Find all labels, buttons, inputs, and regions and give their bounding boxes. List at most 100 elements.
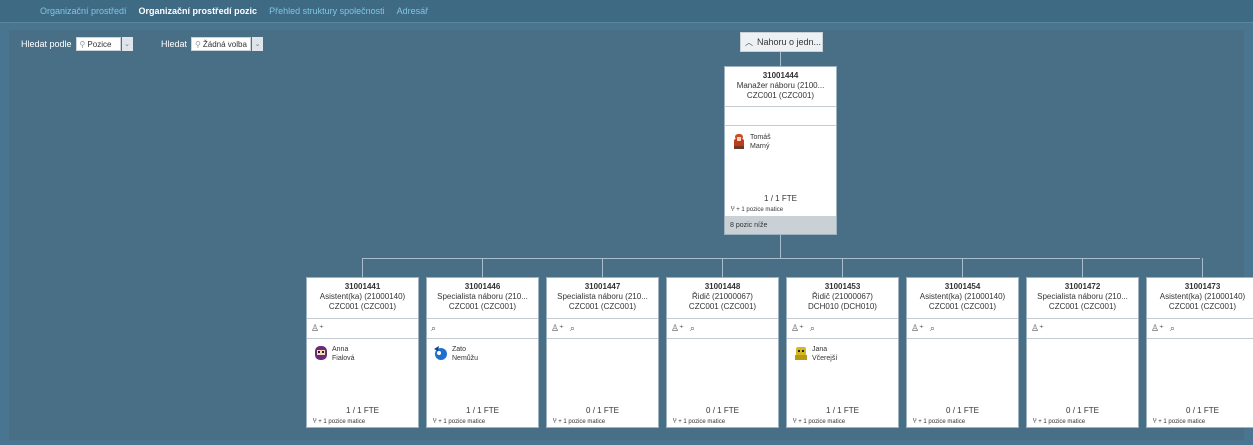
search-icon: ⚲ (79, 39, 86, 49)
matrix-info[interactable]: Ⴤ + 1 pozice matice (313, 418, 365, 425)
divider (725, 106, 836, 107)
position-org-unit: CZC001 (CZC001) (568, 302, 637, 311)
matrix-info[interactable]: Ⴤ + 1 pozice matice (913, 418, 965, 425)
position-card[interactable]: 31001454 Asistent(ka) (21000140) CZC001 … (906, 277, 1019, 428)
matrix-label: + 1 pozice matice (438, 419, 486, 425)
connector-line (362, 258, 363, 277)
tab-organizational-environment[interactable]: Organizační prostředí (40, 6, 127, 16)
tab-position-org-environment[interactable]: Organizační prostředí pozic (139, 6, 258, 16)
connector-line (1202, 258, 1203, 277)
position-header: 31001444 Manažer náboru (2100... CZC001 … (725, 67, 836, 101)
add-person-icon[interactable]: ♙⁺ (791, 323, 804, 333)
positions-below-link[interactable]: 8 pozic níže (725, 216, 836, 234)
holder-first-name: Anna (332, 346, 349, 353)
matrix-info[interactable]: Ⴤ + 1 pozice matice (1033, 418, 1085, 425)
divider (667, 318, 778, 319)
search-person-icon[interactable]: ⌕ (570, 323, 575, 333)
top-navigation-bar: Organizační prostředí Organizační prostř… (0, 0, 1253, 23)
position-card[interactable]: 31001448 Řidič (21000067) CZC001 (CZC001… (666, 277, 779, 428)
position-id: 31001454 (944, 282, 981, 291)
position-title: Asistent(ka) (21000140) (319, 292, 406, 301)
position-holder[interactable]: Zato Nemůžu (427, 341, 478, 375)
position-header: 31001454 Asistent(ka) (21000140) CZC001 … (907, 278, 1018, 312)
navigation-tabs: Organizační prostředí Organizační prostř… (40, 0, 440, 22)
position-header: 31001472 Specialista náboru (210... CZC0… (1027, 278, 1138, 312)
search-icon: ⚲ (195, 39, 201, 49)
fte-value: 1 / 1 FTE (346, 406, 379, 415)
position-org-unit: CZC001 (CZC001) (746, 91, 815, 100)
matrix-label: + 1 pozice matice (918, 419, 966, 425)
position-org-unit: CZC001 (CZC001) (688, 302, 757, 311)
search-by-label: Hledat podle (21, 39, 72, 49)
divider (787, 338, 898, 339)
position-org-unit: CZC001 (CZC001) (328, 302, 397, 311)
matrix-info[interactable]: Ⴤ + 1 pozice matice (673, 418, 725, 425)
add-person-icon[interactable]: ♙⁺ (551, 323, 564, 333)
divider (427, 338, 538, 339)
position-header: 31001453 Řidič (21000067) DCH010 (DCH010… (787, 278, 898, 312)
divider (547, 318, 658, 319)
connector-line (842, 258, 843, 277)
position-card[interactable]: 31001453 Řidič (21000067) DCH010 (DCH010… (786, 277, 899, 428)
divider (1027, 338, 1138, 339)
navigate-up-button[interactable]: ︿ Nahoru o jedn... (740, 32, 823, 52)
position-id: 31001446 (464, 282, 501, 291)
search-by-filter: Hledat podle ⚲ Pozice ⌄ (21, 37, 133, 51)
position-id: 31001441 (344, 282, 381, 291)
position-card[interactable]: 31001446 Specialista náboru (210... CZC0… (426, 277, 539, 428)
fte-value: 0 / 1 FTE (586, 406, 619, 415)
search-person-icon[interactable]: ⌕ (690, 323, 695, 333)
holder-last-name: Marný (750, 143, 770, 150)
position-card[interactable]: 31001444 Manažer náboru (2100... CZC001 … (724, 66, 837, 235)
positions-below-label: 8 pozic níže (730, 221, 768, 229)
position-card[interactable]: 31001472 Specialista náboru (210... CZC0… (1026, 277, 1139, 428)
tab-company-structure-overview[interactable]: Přehled struktury společnosti (269, 6, 385, 16)
divider (725, 125, 836, 126)
position-org-unit: CZC001 (CZC001) (1168, 302, 1237, 311)
connector-line (780, 52, 781, 66)
matrix-info[interactable]: Ⴤ + 1 pozice matice (433, 418, 485, 425)
add-person-icon[interactable]: ♙⁺ (671, 323, 684, 333)
matrix-info[interactable]: Ⴤ + 1 pozice matice (1153, 418, 1205, 425)
fte-value: 0 / 1 FTE (1186, 406, 1219, 415)
divider (307, 318, 418, 319)
position-header: 31001441 Asistent(ka) (21000140) CZC001 … (307, 278, 418, 312)
position-actions: ♙⁺ ⌕ (1147, 323, 1181, 337)
tab-directory[interactable]: Adresář (397, 6, 429, 16)
search-filter: Hledat ⚲ Žádná volba ⌄ (161, 37, 264, 51)
position-holder[interactable]: Tomáš Marný (725, 129, 771, 163)
position-holder[interactable]: Jana Včerejší (787, 341, 837, 375)
holder-first-name: Zato (452, 346, 467, 353)
search-person-icon[interactable]: ⌕ (810, 323, 815, 333)
position-card[interactable]: 31001473 Asistent(ka) (21000140) CZC001 … (1146, 277, 1253, 428)
position-card[interactable]: 31001447 Specialista náboru (210... CZC0… (546, 277, 659, 428)
position-card[interactable]: 31001441 Asistent(ka) (21000140) CZC001 … (306, 277, 419, 428)
chevron-down-icon[interactable]: ⌄ (121, 37, 133, 51)
matrix-info[interactable]: Ⴤ + 1 pozice matice (553, 418, 605, 425)
divider (547, 338, 658, 339)
position-holder[interactable]: Anna Fialová (307, 341, 355, 375)
search-label: Hledat (161, 39, 188, 49)
matrix-info[interactable]: Ⴤ + 1 pozice matice (731, 206, 783, 213)
divider (1147, 318, 1253, 319)
search-by-select[interactable]: ⚲ Pozice (75, 37, 121, 51)
chevron-down-icon[interactable]: ⌄ (252, 37, 264, 51)
position-actions: ♙⁺ ⌕ (547, 323, 581, 337)
add-person-icon[interactable]: ♙⁺ (1151, 323, 1164, 333)
navigate-up-label: Nahoru o jedn... (757, 37, 822, 47)
holder-last-name: Nemůžu (452, 355, 479, 362)
position-org-unit: CZC001 (CZC001) (1048, 302, 1117, 311)
search-select[interactable]: ⚲ Žádná volba (191, 37, 252, 51)
search-person-icon[interactable]: ⌕ (1170, 323, 1175, 333)
divider (907, 338, 1018, 339)
add-person-icon[interactable]: ♙⁺ (911, 323, 924, 333)
position-title: Asistent(ka) (21000140) (1159, 292, 1246, 301)
matrix-info[interactable]: Ⴤ + 1 pozice matice (793, 418, 845, 425)
position-header: 31001447 Specialista náboru (210... CZC0… (547, 278, 658, 312)
add-person-icon[interactable]: ♙⁺ (311, 323, 324, 333)
search-person-icon[interactable]: ⌕ (431, 323, 436, 333)
search-person-icon[interactable]: ⌕ (930, 323, 935, 333)
add-person-icon[interactable]: ♙⁺ (1031, 323, 1044, 333)
divider (1027, 318, 1138, 319)
position-id: 31001444 (762, 71, 799, 80)
